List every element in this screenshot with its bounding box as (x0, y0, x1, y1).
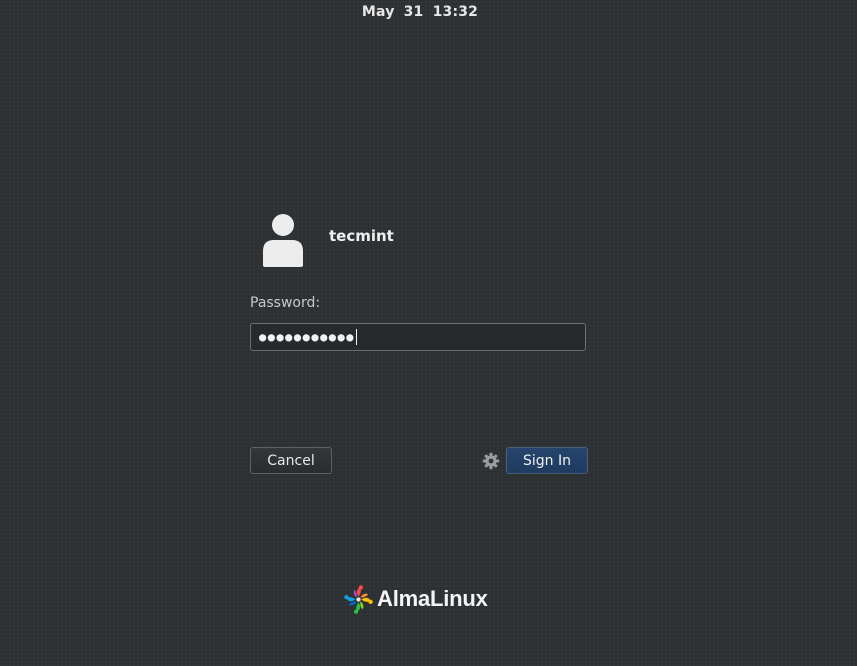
password-input[interactable]: ●●●●●●●●●●● (250, 323, 586, 351)
clock-time: 13:32 (432, 4, 479, 20)
username-label: tecmint (329, 227, 394, 245)
text-caret (355, 329, 358, 345)
brand-name: AlmaLinux (377, 586, 488, 611)
cancel-button[interactable]: Cancel (250, 447, 332, 474)
sign-in-button[interactable]: Sign In (506, 447, 588, 474)
password-masked-value: ●●●●●●●●●●● (259, 330, 355, 344)
top-bar-clock[interactable]: May 31 13:32 (0, 4, 840, 20)
almalinux-branding: AlmaLinux (343, 583, 488, 615)
clock-date: May 31 (361, 4, 424, 20)
user-avatar-icon (259, 211, 307, 269)
password-label: Password: (250, 295, 321, 311)
gear-icon[interactable] (482, 452, 500, 470)
almalinux-logo-icon (343, 584, 374, 615)
